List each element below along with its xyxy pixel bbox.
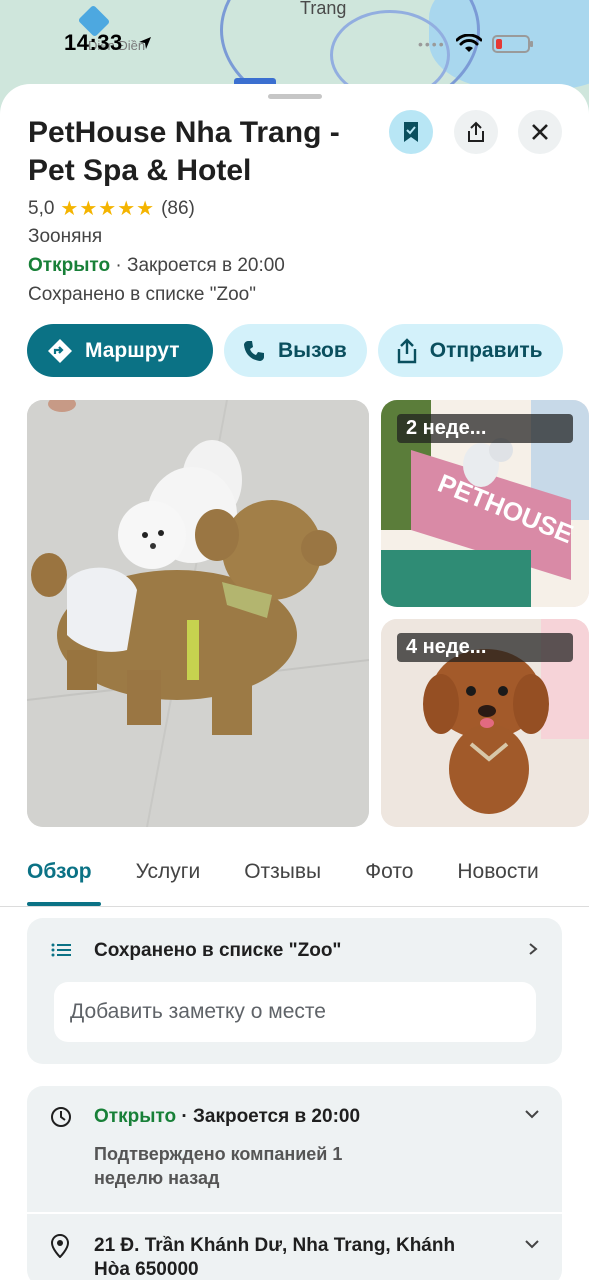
tab-reviews[interactable]: Отзывы (244, 860, 321, 884)
place-sheet: PetHouse Nha Trang - Pet Spa & Hotel 5,0… (0, 84, 589, 1280)
main-photo[interactable] (27, 400, 369, 827)
location-arrow-icon (139, 37, 151, 49)
share-button[interactable] (454, 110, 498, 154)
photo-thumb[interactable]: PETHOUSE 2 неде... (381, 400, 589, 607)
bookmark-icon (404, 122, 418, 142)
sheet-grabber[interactable] (268, 94, 322, 99)
phone-icon (244, 340, 264, 361)
list-icon (51, 943, 71, 957)
signal-dots: •••• (418, 36, 446, 52)
tab-bar: Обзор Услуги Отзывы Фото Новости (27, 860, 539, 884)
battery-level (495, 39, 502, 49)
hours-row[interactable]: Открыто · Закроется в 20:00 Подтверждено… (27, 1086, 562, 1212)
close-button[interactable] (518, 110, 562, 154)
rating-row[interactable]: 5,0 ★★★★★ (86) (28, 196, 195, 221)
place-title: PetHouse Nha Trang - Pet Spa & Hotel (28, 116, 340, 187)
saved-list-title[interactable]: Сохранено в списке "Zoo" (94, 940, 341, 962)
tab-services[interactable]: Услуги (136, 860, 201, 884)
chevron-down-icon[interactable] (524, 1108, 540, 1120)
closing-time: · Закроется в 20:00 (176, 1106, 361, 1127)
tab-divider (0, 906, 589, 907)
location-pin-icon (51, 1234, 69, 1258)
review-count: (86) (161, 197, 195, 219)
place-info-card: Открыто · Закроется в 20:00 Подтверждено… (27, 1086, 562, 1280)
close-icon (532, 124, 548, 140)
action-buttons: Маршрут Вызов Отправить (27, 324, 563, 377)
tab-news[interactable]: Новости (457, 860, 538, 884)
status-right: •••• (418, 34, 533, 54)
share-icon (397, 337, 416, 363)
battery-icon (491, 35, 533, 53)
dog-photo (27, 400, 369, 827)
chevron-down-icon[interactable] (524, 1238, 540, 1250)
send-label: Отправить (429, 338, 543, 362)
place-note-input[interactable] (54, 982, 536, 1042)
tab-overview[interactable]: Обзор (27, 860, 92, 884)
open-status: Открыто (94, 1106, 177, 1127)
call-label: Вызов (278, 338, 347, 362)
map-label: Trang (300, 0, 347, 18)
open-status: Открыто (28, 255, 111, 276)
saved-in-list[interactable]: Сохранено в списке "Zoo" (28, 284, 256, 306)
save-button[interactable] (389, 110, 433, 154)
photo-age-badge: 2 неде... (397, 414, 573, 443)
share-icon (468, 121, 484, 142)
directions-button[interactable]: Маршрут (27, 324, 213, 377)
row-divider (27, 1212, 562, 1214)
hours-confirmed: Подтверждено компанией 1 неделю назад (94, 1144, 343, 1188)
clock-icon (51, 1107, 71, 1127)
rating-value: 5,0 (28, 197, 55, 219)
place-category: Зооняня (28, 226, 103, 247)
saved-list-card: Сохранено в списке "Zoo" (27, 918, 562, 1064)
photo-thumb[interactable]: 4 неде... (381, 619, 589, 827)
tab-photos[interactable]: Фото (365, 860, 413, 884)
call-button[interactable]: Вызов (224, 324, 367, 377)
wifi-icon (455, 34, 482, 52)
closing-time: · Закроется в 20:00 (110, 255, 285, 276)
chevron-right-icon[interactable] (526, 942, 540, 956)
hours-detail: Открыто · Закроется в 20:00 (94, 1106, 360, 1128)
address-text[interactable]: 21 Đ. Trần Khánh Dư, Nha Trang, Khánh Hò… (94, 1234, 494, 1280)
photo-age-badge: 4 неде... (397, 633, 573, 662)
directions-icon (48, 338, 72, 363)
hours-summary[interactable]: Открыто · Закроется в 20:00 (28, 255, 285, 277)
rating-stars: ★★★★★ (60, 198, 156, 220)
send-button[interactable]: Отправить (377, 324, 563, 377)
status-time: 14:33 (64, 30, 123, 55)
directions-label: Маршрут (85, 338, 180, 362)
